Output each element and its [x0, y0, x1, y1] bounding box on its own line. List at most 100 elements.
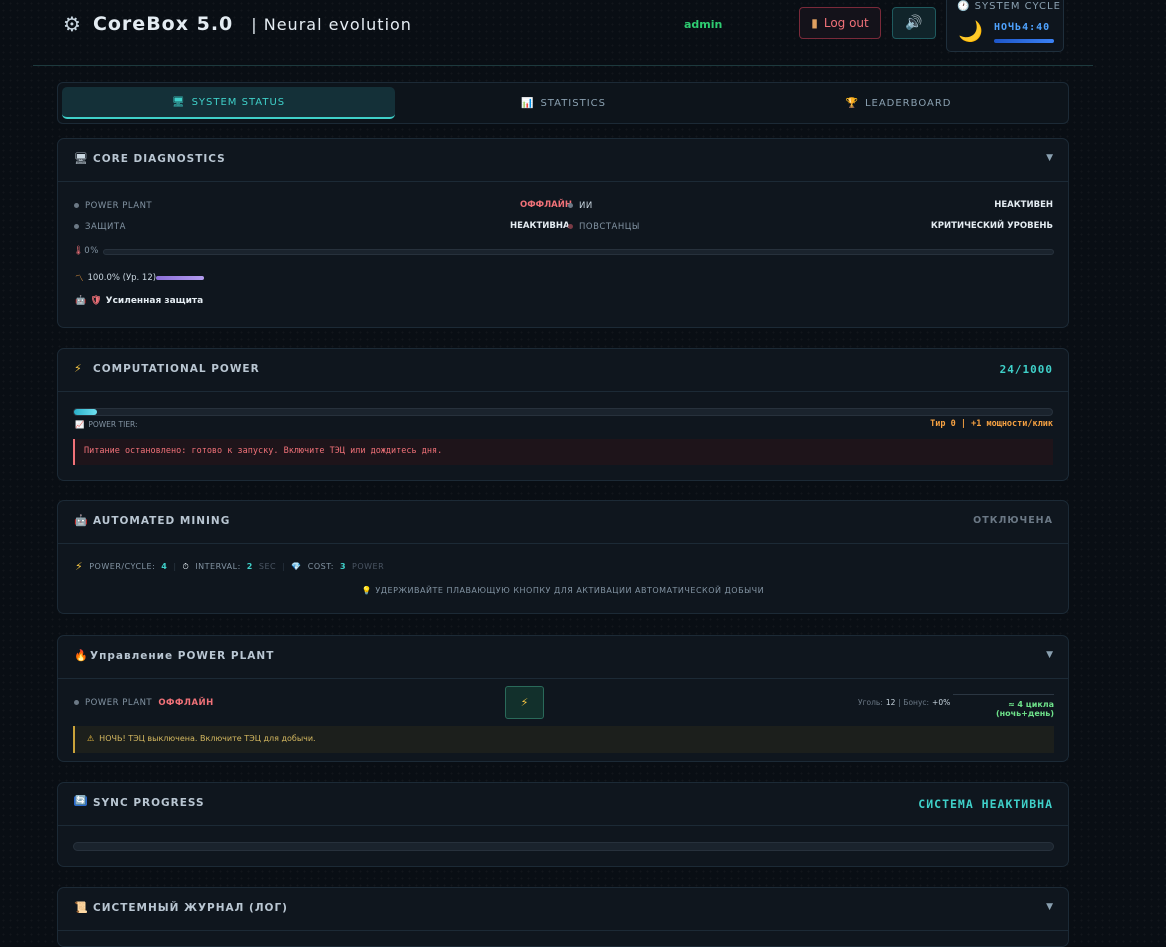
cycle-label: SYSTEM CYCLE: [974, 1, 1061, 12]
tab-label: SYSTEM STATUS: [191, 96, 286, 108]
logout-label: Log out: [823, 16, 869, 30]
panel-title: Управление POWER PLANT: [90, 650, 275, 662]
panel-header[interactable]: 📜 СИСТЕМНЫЙ ЖУРНАЛ (ЛОГ) ▼: [58, 888, 1068, 931]
warning-icon: ⚠: [87, 734, 95, 743]
monitor-icon: 🖥: [171, 96, 186, 108]
interval-unit: SEC: [258, 562, 277, 571]
separator: |: [282, 562, 286, 571]
chart-icon: 📊: [521, 97, 535, 109]
hint-text: УДЕРЖИВАЙТЕ ПЛАВАЮЩУЮ КНОПКУ ДЛЯ АКТИВАЦ…: [375, 586, 765, 595]
system-cycle-widget: 🕐 SYSTEM CYCLE 🌙 НОЧЬ4:40: [946, 0, 1064, 52]
cycle-phase: НОЧЬ4:40: [994, 22, 1051, 33]
scroll-icon: 📜: [74, 901, 88, 914]
power-tier-value: Тир 0 | +1 мощности/клик: [930, 419, 1053, 429]
robot-icon: 🤖: [75, 296, 87, 306]
tab-statistics[interactable]: 📊 STATISTICS: [397, 87, 730, 119]
status-label: ЗАЩИТА: [85, 222, 126, 232]
sync-icon: 🔄: [74, 796, 88, 806]
robot-icon: 🤖: [74, 514, 88, 527]
separator: |: [173, 562, 177, 571]
efficiency-bar-fill: [156, 276, 204, 280]
status-value: НЕАКТИВЕН: [994, 200, 1053, 210]
plant-label: POWER PLANT: [85, 698, 153, 708]
lightbulb-icon: 💡: [361, 586, 373, 595]
efficiency-value: 100.0% (Ур. 12): [87, 273, 157, 283]
app-subtitle: | Neural evolution: [251, 14, 412, 34]
logout-button[interactable]: ▮ Log out: [799, 7, 881, 39]
panel-header[interactable]: 🖥 CORE DIAGNOSTICS ▼: [58, 139, 1068, 182]
defense-mode: 🤖 🛡 Усиленная защита: [75, 296, 203, 306]
status-ai: ИИ: [568, 201, 593, 211]
interval-value: 2: [246, 562, 253, 571]
stopwatch-icon: ⏱: [182, 561, 190, 571]
panel-header: 🔄 SYNC PROGRESS СИСТЕМА НЕАКТИВНА: [58, 783, 1068, 826]
power-tier-label: 📈 POWER TIER:: [75, 420, 138, 429]
plant-warning: ⚠ НОЧЬ! ТЭЦ выключена. Включите ТЭЦ для …: [73, 726, 1054, 753]
status-label: ИИ: [579, 201, 593, 211]
sound-toggle-button[interactable]: 🔊: [892, 7, 936, 39]
cycle-label-row: 🕐 SYSTEM CYCLE: [957, 1, 1061, 12]
cost-unit: POWER: [352, 562, 385, 571]
efficiency-bar: [156, 276, 204, 280]
door-icon: ▮: [811, 16, 818, 30]
mining-status: ОТКЛЮЧЕНА: [973, 515, 1053, 526]
bonus-value: +0%: [932, 698, 951, 707]
bonus-label: | Бонус:: [898, 698, 930, 707]
lightning-icon: ⚡: [520, 696, 529, 709]
thermometer-icon: 🌡: [73, 246, 85, 256]
system-log-panel: 📜 СИСТЕМНЫЙ ЖУРНАЛ (ЛОГ) ▼: [57, 887, 1069, 947]
power-message: Питание остановлено: готово к запуску. В…: [73, 439, 1053, 465]
tab-label: STATISTICS: [540, 97, 606, 109]
username: admin: [684, 18, 723, 31]
status-rebels: ПОВСТАНЦЫ: [568, 222, 640, 232]
panel-header: 🤖 AUTOMATED MINING ОТКЛЮЧЕНА: [58, 501, 1068, 544]
power-bar: [73, 408, 1053, 416]
sync-progress-panel: 🔄 SYNC PROGRESS СИСТЕМА НЕАКТИВНА: [57, 782, 1069, 867]
cost-label: COST:: [307, 562, 334, 571]
app-header: ⚙ CoreBox 5.0 | Neural evolution admin ▮…: [33, 0, 1093, 66]
chevron-down-icon[interactable]: ▼: [1046, 153, 1053, 163]
status-power-plant: POWER PLANT: [74, 201, 152, 211]
core-diagnostics-panel: 🖥 CORE DIAGNOSTICS ▼ POWER PLANT ОФФЛАЙН…: [57, 138, 1069, 328]
lightning-icon: ⚡: [74, 362, 82, 375]
trophy-icon: 🏆: [845, 97, 859, 109]
status-label: POWER PLANT: [85, 201, 153, 211]
chevron-down-icon[interactable]: ▼: [1046, 650, 1053, 660]
cycle-progress-bar: [994, 39, 1054, 43]
temperature-readout: 🌡0%: [73, 246, 99, 256]
mining-stats: ⚡ POWER/CYCLE: 4 | ⏱ INTERVAL: 2 SEC | 💎…: [75, 560, 384, 573]
panel-title: AUTOMATED MINING: [93, 515, 231, 527]
power-value: 24/1000: [999, 363, 1053, 376]
chart-up-icon: 📈: [75, 420, 85, 429]
defense-label: Усиленная защита: [105, 296, 204, 306]
sync-status: СИСТЕМА НЕАКТИВНА: [918, 797, 1053, 811]
status-value: ОФФЛАЙН: [520, 200, 572, 210]
clock-icon: 🕐: [957, 1, 971, 12]
warning-text: НОЧЬ! ТЭЦ выключена. Включите ТЭЦ для до…: [99, 734, 316, 743]
tier-label: POWER TIER:: [88, 420, 138, 429]
chevron-down-icon[interactable]: ▼: [1046, 902, 1053, 912]
fire-icon: 🔥: [74, 649, 88, 662]
lightning-icon: ⚡: [75, 560, 84, 573]
brand: ⚙ CoreBox 5.0 | Neural evolution: [63, 12, 412, 36]
app-title: CoreBox 5.0: [92, 13, 234, 35]
tab-bar: 🖥 SYSTEM STATUS 📊 STATISTICS 🏆 LEADERBOA…: [57, 82, 1069, 124]
plant-status: POWER PLANT ОФФЛАЙН: [74, 698, 214, 708]
speed-icon: 〽: [75, 274, 84, 284]
status-label: ПОВСТАНЦЫ: [579, 222, 640, 232]
status-value: КРИТИЧЕСКИЙ УРОВЕНЬ: [930, 221, 1053, 231]
panel-title: СИСТЕМНЫЙ ЖУРНАЛ (ЛОГ): [93, 902, 288, 914]
moon-icon: 🌙: [958, 19, 983, 43]
cycles-estimate: ≈ 4 цикла (ночь+день): [953, 694, 1054, 718]
speaker-icon: 🔊: [905, 15, 923, 31]
plant-status-value: ОФФЛАЙН: [158, 698, 214, 708]
tab-leaderboard[interactable]: 🏆 LEADERBOARD: [732, 87, 1065, 119]
panel-header[interactable]: 🔥 Управление POWER PLANT ▼: [58, 636, 1068, 679]
power-cycle-value: 4: [161, 562, 168, 571]
power-plant-panel: 🔥 Управление POWER PLANT ▼ POWER PLANT О…: [57, 635, 1069, 762]
efficiency-readout: 〽 100.0% (Ур. 12): [75, 272, 156, 284]
plant-toggle-button[interactable]: ⚡: [505, 686, 544, 719]
tab-system-status[interactable]: 🖥 SYSTEM STATUS: [62, 87, 395, 119]
computational-power-panel: ⚡ COMPUTATIONAL POWER 24/1000 📈 POWER TI…: [57, 348, 1069, 481]
power-bar-fill: [74, 409, 98, 415]
